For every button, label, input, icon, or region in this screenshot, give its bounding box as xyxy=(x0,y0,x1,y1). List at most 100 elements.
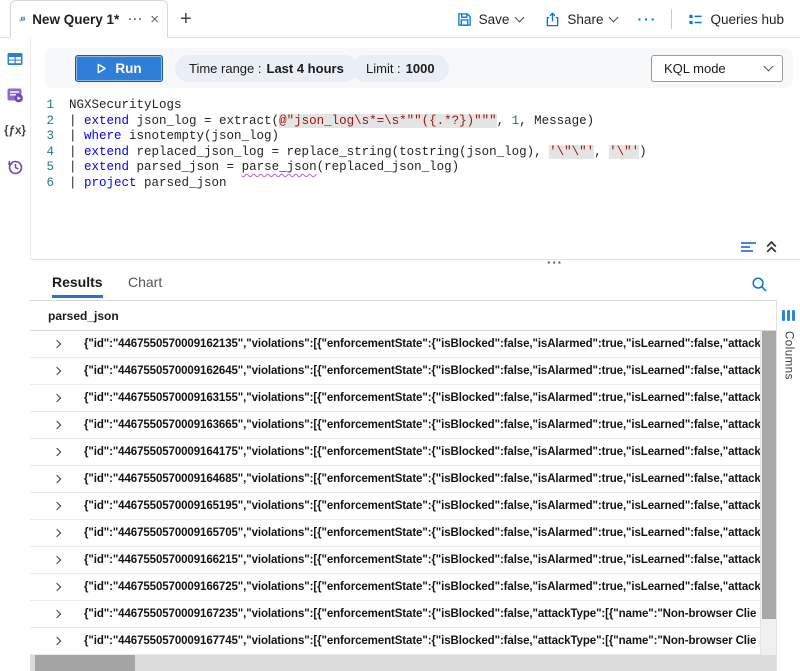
table-row[interactable]: {"id":"4467550570009163665","violations"… xyxy=(30,412,760,439)
expand-chevron-icon[interactable] xyxy=(53,583,61,591)
code-editor[interactable]: 1NGXSecurityLogs2| extend json_log = ext… xyxy=(31,98,800,191)
table-row[interactable]: {"id":"4467550570009165705","violations"… xyxy=(30,520,760,547)
share-button[interactable]: Share xyxy=(539,8,623,31)
query-mode-select[interactable]: KQL mode xyxy=(651,55,783,82)
share-label: Share xyxy=(567,12,603,27)
expand-chevron-icon[interactable] xyxy=(53,502,61,510)
time-range-pill[interactable]: Time range : Last 4 hours xyxy=(175,55,358,82)
table-row[interactable]: {"id":"4467550570009162645","violations"… xyxy=(30,358,760,385)
expand-chevron-icon[interactable] xyxy=(53,367,61,375)
parsed-json-cell: {"id":"4467550570009167235","violations"… xyxy=(84,608,756,620)
code-text: NGXSecurityLogs xyxy=(69,98,182,114)
vertical-scrollbar-thumb[interactable] xyxy=(762,331,776,619)
table-row[interactable]: {"id":"4467550570009164685","violations"… xyxy=(30,466,760,493)
expand-chevron-icon[interactable] xyxy=(53,529,61,537)
code-line[interactable]: 5| extend parsed_json = parse_json(repla… xyxy=(31,160,800,176)
tab-more-button[interactable]: ··· xyxy=(128,12,143,26)
table-row[interactable]: {"id":"4467550570009166215","violations"… xyxy=(30,547,760,574)
mode-chevron-down-icon xyxy=(764,62,774,72)
query-history-button[interactable] xyxy=(0,152,30,182)
saved-queries-button[interactable] xyxy=(0,80,30,110)
table-row[interactable]: {"id":"4467550570009167235","violations"… xyxy=(30,601,760,628)
more-actions-button[interactable]: ··· xyxy=(633,11,661,27)
function-fx-icon: {ƒx} xyxy=(4,125,26,137)
search-results-button[interactable] xyxy=(751,276,768,293)
vertical-scrollbar[interactable] xyxy=(760,331,776,655)
table-row[interactable]: {"id":"4467550570009164175","violations"… xyxy=(30,439,760,466)
view-options-button[interactable] xyxy=(740,240,758,254)
code-text: | extend json_log = extract(@"json_log\s… xyxy=(69,114,594,130)
code-text: | where isnotempty(json_log) xyxy=(69,129,279,145)
save-icon xyxy=(457,12,472,27)
expand-chevron-icon[interactable] xyxy=(53,610,61,618)
left-rail: {ƒx} xyxy=(0,38,30,671)
code-line[interactable]: 4| extend replaced_json_log = replace_st… xyxy=(31,145,800,161)
expand-chevron-icon[interactable] xyxy=(53,475,61,483)
code-lines: 1NGXSecurityLogs2| extend json_log = ext… xyxy=(31,98,800,191)
limit-value: 1000 xyxy=(406,61,435,76)
query-tab[interactable]: New Query 1* ··· × xyxy=(10,0,168,38)
expand-chevron-icon[interactable] xyxy=(53,556,61,564)
queries-hub-button[interactable]: Queries hub xyxy=(682,8,790,31)
table-row[interactable]: {"id":"4467550570009163155","violations"… xyxy=(30,385,760,412)
results-grid: {"id":"4467550570009162135","violations"… xyxy=(30,331,760,655)
code-line[interactable]: 3| where isnotempty(json_log) xyxy=(31,129,800,145)
code-line[interactable]: 6| project parsed_json xyxy=(31,176,800,192)
line-number: 1 xyxy=(31,98,69,114)
columns-icon xyxy=(782,310,795,321)
columns-side-panel[interactable]: Columns xyxy=(776,300,800,671)
parsed-json-cell: {"id":"4467550570009162135","violations"… xyxy=(84,338,760,350)
code-text: | project parsed_json xyxy=(69,176,227,192)
table-row[interactable]: {"id":"4467550570009166725","violations"… xyxy=(30,574,760,601)
line-number: 5 xyxy=(31,160,69,176)
panel-splitter[interactable]: ··· xyxy=(31,259,800,273)
parsed-json-cell: {"id":"4467550570009165705","violations"… xyxy=(84,527,760,539)
expand-chevron-icon[interactable] xyxy=(53,394,61,402)
splitter-drag-handle[interactable]: ··· xyxy=(547,255,563,270)
tab-results[interactable]: Results xyxy=(52,274,103,298)
line-number: 2 xyxy=(31,114,69,130)
query-toolbar: Run Time range : Last 4 hours Limit : 10… xyxy=(45,48,793,88)
save-chevron-down-icon[interactable] xyxy=(515,12,525,22)
query-editor-panel: Run Time range : Last 4 hours Limit : 10… xyxy=(31,38,800,259)
tab-chart[interactable]: Chart xyxy=(128,274,162,295)
share-chevron-down-icon[interactable] xyxy=(609,12,619,22)
parsed-json-cell: {"id":"4467550570009166215","violations"… xyxy=(84,554,760,566)
grid-header-row[interactable]: parsed_json xyxy=(30,300,776,331)
parsed-json-cell: {"id":"4467550570009164685","violations"… xyxy=(84,473,760,485)
expand-chevron-icon[interactable] xyxy=(53,448,61,456)
columns-panel-label: Columns xyxy=(783,331,795,380)
horizontal-scrollbar[interactable] xyxy=(30,655,776,671)
table-row[interactable]: {"id":"4467550570009165195","violations"… xyxy=(30,493,760,520)
limit-pill[interactable]: Limit : 1000 xyxy=(352,55,449,82)
functions-button[interactable]: {ƒx} xyxy=(0,116,30,146)
code-text: | extend replaced_json_log = replace_str… xyxy=(69,145,647,161)
code-line[interactable]: 1NGXSecurityLogs xyxy=(31,98,800,114)
expand-chevron-icon[interactable] xyxy=(53,637,61,645)
column-header-parsed-json[interactable]: parsed_json xyxy=(48,309,119,323)
run-button[interactable]: Run xyxy=(75,55,163,82)
table-icon xyxy=(6,50,24,68)
expand-chevron-icon[interactable] xyxy=(53,340,61,348)
kusto-query-app: New Query 1* ··· × + Save Share xyxy=(0,0,800,671)
run-play-icon xyxy=(96,63,107,74)
query-mode-value: KQL mode xyxy=(664,61,726,76)
tab-title: New Query 1* xyxy=(32,12,119,27)
list-lines-icon xyxy=(740,240,758,254)
table-row[interactable]: {"id":"4467550570009167745","violations"… xyxy=(30,628,760,655)
query-tab-icon xyxy=(19,11,25,28)
horizontal-scrollbar-thumb[interactable] xyxy=(35,655,135,671)
results-panel: Results Chart parsed_json {"id":"4467550… xyxy=(30,273,800,671)
code-line[interactable]: 2| extend json_log = extract(@"json_log\… xyxy=(31,114,800,130)
history-clock-icon xyxy=(6,158,24,176)
connections-button[interactable] xyxy=(0,44,30,74)
results-tabs: Results Chart xyxy=(30,273,800,300)
save-button[interactable]: Save xyxy=(451,8,530,31)
expand-chevron-icon[interactable] xyxy=(53,421,61,429)
collapse-panel-button[interactable] xyxy=(765,240,778,254)
parsed-json-cell: {"id":"4467550570009163665","violations"… xyxy=(84,419,760,431)
new-tab-button[interactable]: + xyxy=(180,8,192,31)
table-row[interactable]: {"id":"4467550570009162135","violations"… xyxy=(30,331,760,358)
tab-close-icon[interactable]: × xyxy=(150,12,159,27)
parsed-json-cell: {"id":"4467550570009162645","violations"… xyxy=(84,365,760,377)
